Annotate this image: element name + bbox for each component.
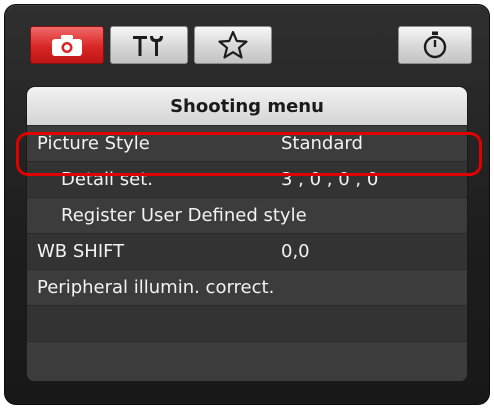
menu-item-peripheral-illumin-correct[interactable]: Peripheral illumin. correct.: [27, 269, 467, 305]
menu-item-value: 0,0: [281, 241, 310, 262]
tab-tools[interactable]: [110, 26, 188, 64]
tab-shooting[interactable]: [30, 26, 104, 64]
menu-item-label: Register User Defined style: [61, 205, 307, 226]
tab-my-menu[interactable]: [194, 26, 272, 64]
camera-icon: [50, 32, 84, 58]
shooting-menu-panel: Shooting menu Picture Style Standard Det…: [26, 86, 468, 382]
highlight-outline: [16, 132, 482, 176]
panel-title: Shooting menu: [27, 87, 467, 125]
tab-timer[interactable]: [398, 26, 472, 64]
star-icon: [217, 30, 249, 60]
menu-item-label: WB SHIFT: [37, 241, 125, 262]
menu-item-wb-shift[interactable]: WB SHIFT 0,0: [27, 233, 467, 269]
menu-item-empty: [27, 305, 467, 341]
menu-item-empty: [27, 341, 467, 381]
timer-icon: [420, 30, 450, 60]
menu-item-label: Peripheral illumin. correct.: [37, 277, 275, 298]
tools-icon: [129, 31, 169, 59]
menu-item-register-user-defined-style[interactable]: Register User Defined style: [27, 197, 467, 233]
